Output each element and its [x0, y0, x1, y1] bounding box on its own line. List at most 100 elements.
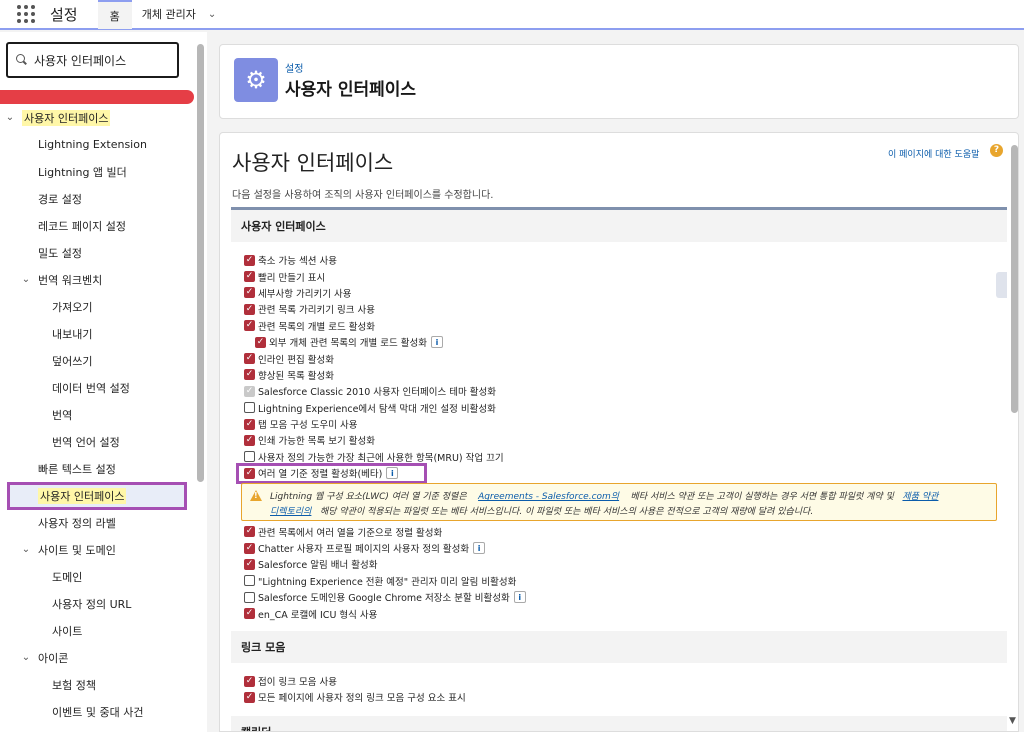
setting-option: Salesforce 알림 배너 활성화 [231, 556, 1007, 572]
setting-label: Chatter 사용자 프로필 페이지의 사용자 정의 활성화 [258, 544, 470, 556]
setting-checkbox[interactable] [244, 254, 255, 266]
quick-find-box[interactable] [6, 42, 179, 78]
sidebar-item[interactable]: 데이터 번역 설정 [0, 374, 200, 401]
setting-option: 접이 링크 모음 사용 [231, 673, 1007, 689]
main-content: 사용자 인터페이스 이 페이지에 대한 도움말 ? 다음 설정을 사용하여 조직… [219, 132, 1019, 732]
settings-panel: 사용자 인터페이스 축소 가능 섹션 사용빨리 만들기 표시세부사항 가리키기 … [231, 207, 1007, 731]
sidebar-item[interactable]: ⌄ 번역 워크벤치 [0, 266, 200, 293]
sidebar-item[interactable]: 사이트 [0, 617, 200, 644]
sidebar-scrollbar[interactable] [197, 44, 204, 482]
app-name: 설정 [50, 5, 78, 24]
sidebar-item[interactable]: Lightning 앱 빌더 [0, 158, 200, 185]
section-heading-ui: 사용자 인터페이스 [241, 220, 326, 233]
setting-checkbox[interactable] [244, 402, 255, 414]
sidebar-item[interactable]: 가져오기 [0, 293, 200, 320]
chevron-down-icon[interactable]: ⌄ [20, 274, 32, 285]
sidebar-item[interactable]: 밀도 설정 [0, 239, 200, 266]
breadcrumb[interactable]: 설정 [285, 60, 303, 75]
setting-label: 인쇄 가능한 목록 보기 활성화 [258, 436, 375, 448]
warning-line-1: Lightning 웹 구성 요소(LWC) 여러 열 기준 정렬은 Agree… [270, 489, 938, 502]
info-icon[interactable]: i [473, 542, 486, 555]
setting-checkbox[interactable] [244, 451, 255, 463]
setting-checkbox[interactable] [244, 558, 255, 570]
content-scrollbar[interactable] [1011, 145, 1018, 413]
setting-checkbox[interactable] [244, 369, 255, 381]
setting-option: Salesforce Classic 2010 사용자 인터페이스 테마 활성화 [231, 383, 1007, 399]
sidebar-item[interactable]: 덮어쓰기 [0, 347, 200, 374]
chevron-down-icon[interactable]: ⌄ [208, 9, 216, 20]
setting-checkbox[interactable] [244, 608, 255, 620]
setting-option: 관련 목록의 개별 로드 활성화 [231, 318, 1007, 334]
sidebar-item-label: 내보내기 [52, 327, 93, 341]
setting-checkbox[interactable] [244, 320, 255, 332]
scroll-highlight-bar [0, 90, 194, 104]
sidebar-item[interactable]: 사용자 인터페이스 [0, 482, 200, 510]
collapse-tab-icon[interactable] [996, 272, 1007, 298]
sidebar-item-label: 가져오기 [52, 300, 93, 314]
setting-option: "Lightning Experience 전환 예정" 관리자 미리 알림 비… [231, 573, 1007, 589]
sidebar-item[interactable]: 사용자 정의 URL [0, 590, 200, 617]
setup-tree: ⌄ 사용자 인터페이스 Lightning Extension Lightning 앱… [0, 104, 200, 725]
setting-label: 관련 목록의 개별 로드 활성화 [258, 321, 375, 333]
sidebar-item[interactable]: 레코드 페이지 설정 [0, 212, 200, 239]
setting-checkbox[interactable] [244, 591, 255, 603]
sidebar-item[interactable]: ⌄ 아이콘 [0, 644, 200, 671]
product-terms-link[interactable]: 제품 약관 [902, 492, 938, 502]
scroll-down-icon[interactable]: ▼ [1009, 716, 1016, 726]
sidebar-item[interactable]: 사용자 정의 라벨 [0, 509, 200, 536]
sidebar-item[interactable]: 보험 정책 [0, 671, 200, 698]
help-icon[interactable]: ? [990, 144, 1003, 157]
sidebar-item-label: 도메인 [52, 570, 83, 584]
info-icon[interactable]: i [513, 591, 526, 604]
tab-home[interactable]: 홈 [97, 0, 132, 29]
setting-option: 외부 개체 관련 목록의 개별 로드 활성화i [231, 334, 1007, 350]
setting-checkbox[interactable] [244, 542, 255, 554]
setting-checkbox[interactable] [244, 434, 255, 446]
sidebar-item[interactable]: 번역 언어 설정 [0, 428, 200, 455]
setting-checkbox[interactable] [244, 418, 255, 430]
setting-checkbox[interactable] [244, 287, 255, 299]
warning-icon [250, 490, 262, 502]
setting-checkbox[interactable] [244, 526, 255, 538]
setting-option: en_CA 로캘에 ICU 형식 사용 [231, 605, 1007, 621]
setting-checkbox[interactable] [244, 271, 255, 283]
gear-icon: ⚙ [234, 58, 278, 102]
setting-checkbox[interactable] [244, 303, 255, 315]
search-icon [16, 54, 28, 66]
setting-checkbox[interactable] [244, 691, 255, 703]
content-title: 사용자 인터페이스 [232, 151, 394, 175]
chevron-down-icon[interactable]: ⌄ [20, 544, 32, 555]
setting-checkbox[interactable] [244, 353, 255, 365]
directory-link[interactable]: 디렉토리의 [270, 507, 311, 517]
sidebar-item-label: 사용자 인터페이스 [22, 109, 111, 126]
info-icon[interactable]: i [430, 336, 443, 349]
sidebar-item[interactable]: 경로 설정 [0, 185, 200, 212]
sidebar-item[interactable]: 내보내기 [0, 320, 200, 347]
sidebar-item[interactable]: ⌄ 사이트 및 도메인 [0, 536, 200, 563]
quick-find-input[interactable] [34, 53, 169, 67]
tab-object-manager[interactable]: 개체 관리자 ⌄ [132, 0, 227, 29]
help-link[interactable]: 이 페이지에 대한 도움말 [888, 147, 979, 160]
setting-checkbox[interactable] [244, 575, 255, 587]
sidebar-item-label: Lightning 앱 빌더 [38, 165, 127, 179]
setting-checkbox[interactable] [244, 675, 255, 687]
setting-checkbox[interactable] [255, 336, 266, 348]
sidebar-item[interactable]: ⌄ 사용자 인터페이스 [0, 104, 200, 131]
chevron-down-icon[interactable]: ⌄ [4, 112, 16, 123]
sidebar-item[interactable]: 빠른 텍스트 설정 [0, 455, 200, 482]
app-launcher-icon[interactable] [17, 4, 37, 24]
chevron-down-icon[interactable]: ⌄ [20, 652, 32, 663]
global-header: 설정 홈 개체 관리자 ⌄ [0, 0, 1024, 30]
setting-option: 여러 열 기준 정렬 활성화(베타)i [231, 463, 1007, 485]
sidebar-item[interactable]: 도메인 [0, 563, 200, 590]
sidebar-item-label: 번역 [52, 408, 73, 422]
agreements-link[interactable]: Agreements - Salesforce.com의 [478, 492, 619, 502]
setting-option: Salesforce 도메인용 Google Chrome 저장소 분할 비활성… [231, 589, 1007, 605]
sidebar-item-label: 사이트 [52, 624, 83, 638]
setting-label: 인라인 편집 활성화 [258, 354, 334, 366]
sidebar-item[interactable]: 번역 [0, 401, 200, 428]
sidebar-item[interactable]: 이벤트 및 중대 사건 [0, 698, 200, 725]
setting-label: Salesforce Classic 2010 사용자 인터페이스 테마 활성화 [258, 387, 496, 399]
sidebar-item[interactable]: Lightning Extension [0, 131, 200, 158]
section-body-links: 접이 링크 모음 사용모든 페이지에 사용자 정의 링크 모음 구성 요소 표시 [231, 662, 1007, 716]
